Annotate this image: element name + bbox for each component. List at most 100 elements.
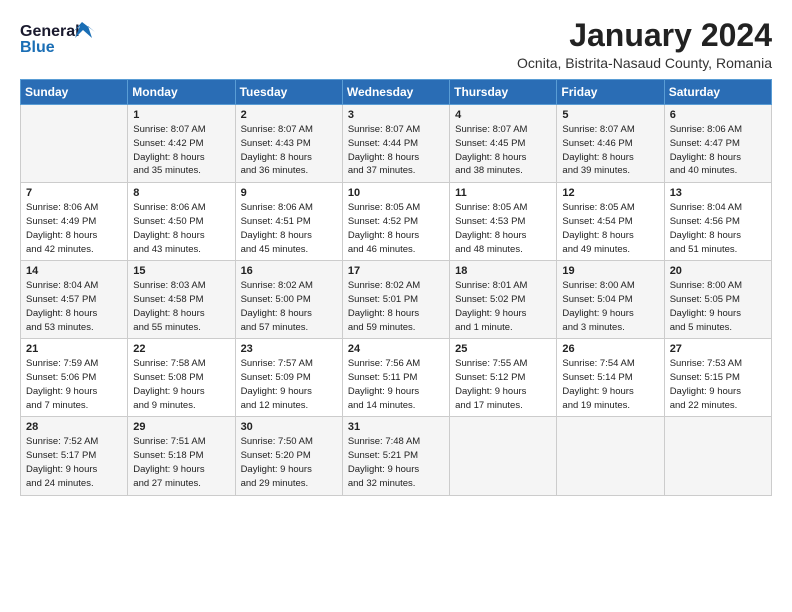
table-row: 1 Sunrise: 8:07 AM Sunset: 4:42 PM Daylig… <box>21 105 772 183</box>
day-number: 23 <box>241 343 337 355</box>
table-cell: 1 Sunrise: 8:07 AM Sunset: 4:42 PM Daylig… <box>128 105 235 183</box>
day-info: Sunrise: 8:01 AM Sunset: 5:02 PM Dayligh… <box>455 279 551 334</box>
calendar-table: Sunday Monday Tuesday Wednesday Thursday… <box>20 79 772 495</box>
day-number: 8 <box>133 187 229 199</box>
day-info: Sunrise: 8:05 AM Sunset: 4:54 PM Dayligh… <box>562 201 658 256</box>
day-info: Sunrise: 8:06 AM Sunset: 4:47 PM Dayligh… <box>670 123 766 178</box>
table-cell: 13Sunrise: 8:04 AM Sunset: 4:56 PM Dayli… <box>664 183 771 261</box>
col-wednesday: Wednesday <box>342 80 449 105</box>
day-number: 17 <box>348 265 444 277</box>
table-cell <box>21 105 128 183</box>
table-cell: 21Sunrise: 7:59 AM Sunset: 5:06 PM Dayli… <box>21 339 128 417</box>
calendar-page: General Blue January 2024 Ocnita, Bistri… <box>0 0 792 612</box>
col-monday: Monday <box>128 80 235 105</box>
day-number: 22 <box>133 343 229 355</box>
table-cell: 28Sunrise: 7:52 AM Sunset: 5:17 PM Dayli… <box>21 417 128 495</box>
table-cell: 17Sunrise: 8:02 AM Sunset: 5:01 PM Dayli… <box>342 261 449 339</box>
day-info: Sunrise: 8:06 AM Sunset: 4:50 PM Dayligh… <box>133 201 229 256</box>
day-info: Sunrise: 7:59 AM Sunset: 5:06 PM Dayligh… <box>26 357 122 412</box>
day-info: Sunrise: 7:57 AM Sunset: 5:09 PM Dayligh… <box>241 357 337 412</box>
day-info: Sunrise: 8:02 AM Sunset: 5:00 PM Dayligh… <box>241 279 337 334</box>
table-cell: 29Sunrise: 7:51 AM Sunset: 5:18 PM Dayli… <box>128 417 235 495</box>
day-number: 3 <box>348 109 444 121</box>
table-cell: 24 Sunrise: 7:56 AM Sunset: 5:11 PM Dayli… <box>342 339 449 417</box>
day-info: Sunrise: 8:07 AM Sunset: 4:45 PM Dayligh… <box>455 123 551 178</box>
day-number: 2 <box>241 109 337 121</box>
day-info: Sunrise: 8:05 AM Sunset: 4:53 PM Dayligh… <box>455 201 551 256</box>
svg-text:Blue: Blue <box>20 39 55 56</box>
day-info: Sunrise: 8:04 AM Sunset: 4:57 PM Dayligh… <box>26 279 122 334</box>
day-number: 30 <box>241 421 337 433</box>
col-tuesday: Tuesday <box>235 80 342 105</box>
day-number: 16 <box>241 265 337 277</box>
table-row: 7 Sunrise: 8:06 AM Sunset: 4:49 PM Daylig… <box>21 183 772 261</box>
table-cell: 11Sunrise: 8:05 AM Sunset: 4:53 PM Dayli… <box>450 183 557 261</box>
day-number: 5 <box>562 109 658 121</box>
day-number: 1 <box>133 109 229 121</box>
day-info: Sunrise: 7:58 AM Sunset: 5:08 PM Dayligh… <box>133 357 229 412</box>
table-cell: 14Sunrise: 8:04 AM Sunset: 4:57 PM Dayli… <box>21 261 128 339</box>
col-friday: Friday <box>557 80 664 105</box>
table-cell <box>557 417 664 495</box>
day-number: 4 <box>455 109 551 121</box>
day-info: Sunrise: 7:51 AM Sunset: 5:18 PM Dayligh… <box>133 435 229 490</box>
table-cell: 30 Sunrise: 7:50 AM Sunset: 5:20 PM Dayli… <box>235 417 342 495</box>
table-cell: 16 Sunrise: 8:02 AM Sunset: 5:00 PM Dayli… <box>235 261 342 339</box>
day-info: Sunrise: 8:00 AM Sunset: 5:05 PM Dayligh… <box>670 279 766 334</box>
day-number: 24 <box>348 343 444 355</box>
table-cell: 8 Sunrise: 8:06 AM Sunset: 4:50 PM Daylig… <box>128 183 235 261</box>
day-number: 6 <box>670 109 766 121</box>
logo-svg: General Blue <box>20 18 110 60</box>
day-number: 9 <box>241 187 337 199</box>
day-info: Sunrise: 8:05 AM Sunset: 4:52 PM Dayligh… <box>348 201 444 256</box>
day-info: Sunrise: 8:06 AM Sunset: 4:49 PM Dayligh… <box>26 201 122 256</box>
day-number: 20 <box>670 265 766 277</box>
month-title: January 2024 <box>517 18 772 53</box>
day-info: Sunrise: 8:03 AM Sunset: 4:58 PM Dayligh… <box>133 279 229 334</box>
day-number: 12 <box>562 187 658 199</box>
day-number: 15 <box>133 265 229 277</box>
day-info: Sunrise: 8:07 AM Sunset: 4:42 PM Dayligh… <box>133 123 229 178</box>
day-info: Sunrise: 7:50 AM Sunset: 5:20 PM Dayligh… <box>241 435 337 490</box>
col-saturday: Saturday <box>664 80 771 105</box>
day-info: Sunrise: 7:56 AM Sunset: 5:11 PM Dayligh… <box>348 357 444 412</box>
table-cell: 22 Sunrise: 7:58 AM Sunset: 5:08 PM Dayli… <box>128 339 235 417</box>
table-cell: 7 Sunrise: 8:06 AM Sunset: 4:49 PM Daylig… <box>21 183 128 261</box>
day-info: Sunrise: 8:07 AM Sunset: 4:46 PM Dayligh… <box>562 123 658 178</box>
table-cell: 23 Sunrise: 7:57 AM Sunset: 5:09 PM Dayli… <box>235 339 342 417</box>
day-info: Sunrise: 8:07 AM Sunset: 4:44 PM Dayligh… <box>348 123 444 178</box>
day-number: 7 <box>26 187 122 199</box>
table-cell: 3 Sunrise: 8:07 AM Sunset: 4:44 PM Daylig… <box>342 105 449 183</box>
table-cell: 6 Sunrise: 8:06 AM Sunset: 4:47 PM Daylig… <box>664 105 771 183</box>
day-info: Sunrise: 7:48 AM Sunset: 5:21 PM Dayligh… <box>348 435 444 490</box>
table-cell: 2Sunrise: 8:07 AM Sunset: 4:43 PM Daylig… <box>235 105 342 183</box>
table-row: 14Sunrise: 8:04 AM Sunset: 4:57 PM Dayli… <box>21 261 772 339</box>
day-number: 27 <box>670 343 766 355</box>
table-cell: 18 Sunrise: 8:01 AM Sunset: 5:02 PM Dayli… <box>450 261 557 339</box>
svg-text:General: General <box>20 23 80 40</box>
day-info: Sunrise: 7:54 AM Sunset: 5:14 PM Dayligh… <box>562 357 658 412</box>
table-cell: 15 Sunrise: 8:03 AM Sunset: 4:58 PM Dayli… <box>128 261 235 339</box>
table-cell: 5 Sunrise: 8:07 AM Sunset: 4:46 PM Daylig… <box>557 105 664 183</box>
day-number: 19 <box>562 265 658 277</box>
logo: General Blue <box>20 18 110 60</box>
table-cell <box>664 417 771 495</box>
title-block: January 2024 Ocnita, Bistrita-Nasaud Cou… <box>517 18 772 71</box>
table-cell: 10Sunrise: 8:05 AM Sunset: 4:52 PM Dayli… <box>342 183 449 261</box>
day-info: Sunrise: 7:55 AM Sunset: 5:12 PM Dayligh… <box>455 357 551 412</box>
day-info: Sunrise: 7:53 AM Sunset: 5:15 PM Dayligh… <box>670 357 766 412</box>
day-number: 18 <box>455 265 551 277</box>
table-cell: 27 Sunrise: 7:53 AM Sunset: 5:15 PM Dayli… <box>664 339 771 417</box>
table-cell: 25 Sunrise: 7:55 AM Sunset: 5:12 PM Dayli… <box>450 339 557 417</box>
day-number: 13 <box>670 187 766 199</box>
col-sunday: Sunday <box>21 80 128 105</box>
table-cell <box>450 417 557 495</box>
header-row: Sunday Monday Tuesday Wednesday Thursday… <box>21 80 772 105</box>
table-cell: 26Sunrise: 7:54 AM Sunset: 5:14 PM Dayli… <box>557 339 664 417</box>
table-cell: 12 Sunrise: 8:05 AM Sunset: 4:54 PM Dayli… <box>557 183 664 261</box>
day-number: 25 <box>455 343 551 355</box>
col-thursday: Thursday <box>450 80 557 105</box>
header: General Blue January 2024 Ocnita, Bistri… <box>20 18 772 71</box>
table-row: 28Sunrise: 7:52 AM Sunset: 5:17 PM Dayli… <box>21 417 772 495</box>
day-number: 31 <box>348 421 444 433</box>
